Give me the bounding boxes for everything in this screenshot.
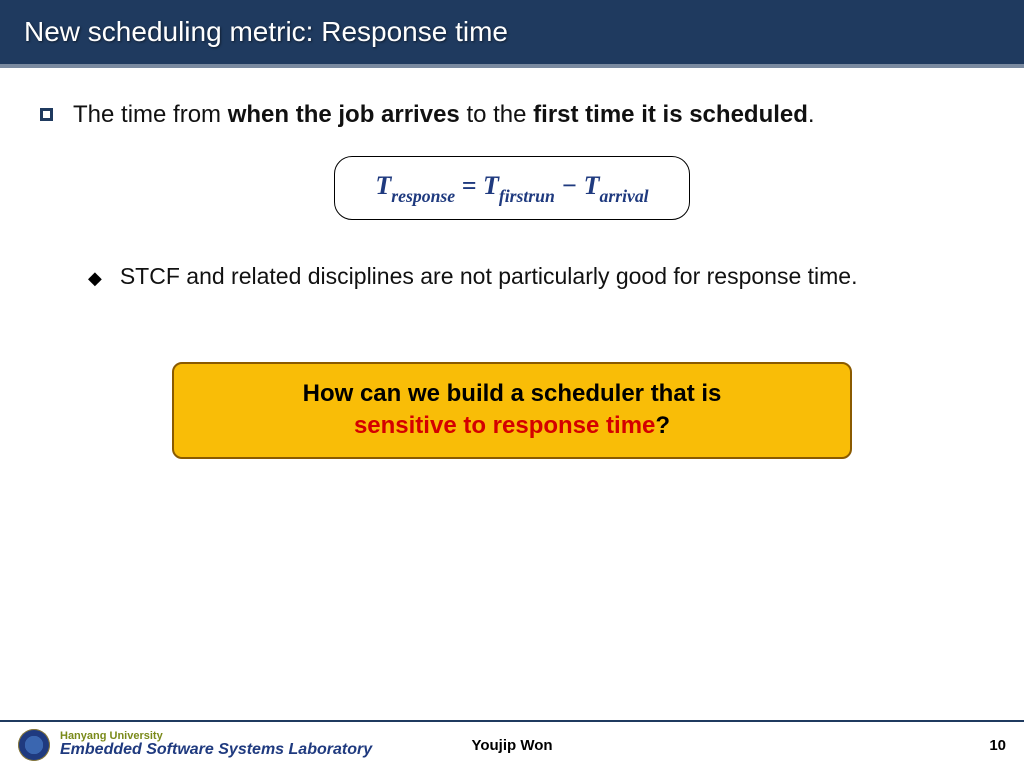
slide-title: New scheduling metric: Response time <box>24 16 508 48</box>
formula-var: T <box>584 171 600 200</box>
bullet-level2: ◆ STCF and related disciplines are not p… <box>88 260 984 292</box>
formula-op: − <box>555 171 584 200</box>
formula-box: Tresponse = Tfirstrun − Tarrival <box>334 156 689 220</box>
formula-subscript: response <box>391 186 455 206</box>
formula-var: T <box>375 171 391 200</box>
bullet-level1: The time from when the job arrives to th… <box>40 98 984 132</box>
text-bold: when the job arrives <box>228 101 460 128</box>
bullet1-text: The time from when the job arrives to th… <box>73 98 815 132</box>
callout-box: How can we build a scheduler that is sen… <box>172 362 852 459</box>
callout-line1: How can we build a scheduler that is <box>303 380 722 407</box>
diamond-bullet-icon: ◆ <box>88 266 102 291</box>
square-bullet-icon <box>40 108 53 121</box>
text-fragment: to the <box>460 101 533 128</box>
formula-subscript: firstrun <box>499 186 555 206</box>
slide: New scheduling metric: Response time The… <box>0 0 1024 768</box>
text-bold: first time it is scheduled <box>533 101 808 128</box>
formula-op: = <box>455 171 483 200</box>
footer: Hanyang University Embedded Software Sys… <box>0 720 1024 768</box>
slide-content: The time from when the job arrives to th… <box>0 68 1024 459</box>
callout-question-mark: ? <box>655 412 670 439</box>
callout-emphasis: sensitive to response time <box>354 412 655 439</box>
formula-subscript: arrival <box>600 186 649 206</box>
title-bar: New scheduling metric: Response time <box>0 0 1024 68</box>
text-fragment: . <box>808 101 815 128</box>
formula-var: T <box>483 171 499 200</box>
text-fragment: The time from <box>73 101 228 128</box>
author-name: Youjip Won <box>0 737 1024 754</box>
bullet2-text: STCF and related disciplines are not par… <box>120 260 858 292</box>
